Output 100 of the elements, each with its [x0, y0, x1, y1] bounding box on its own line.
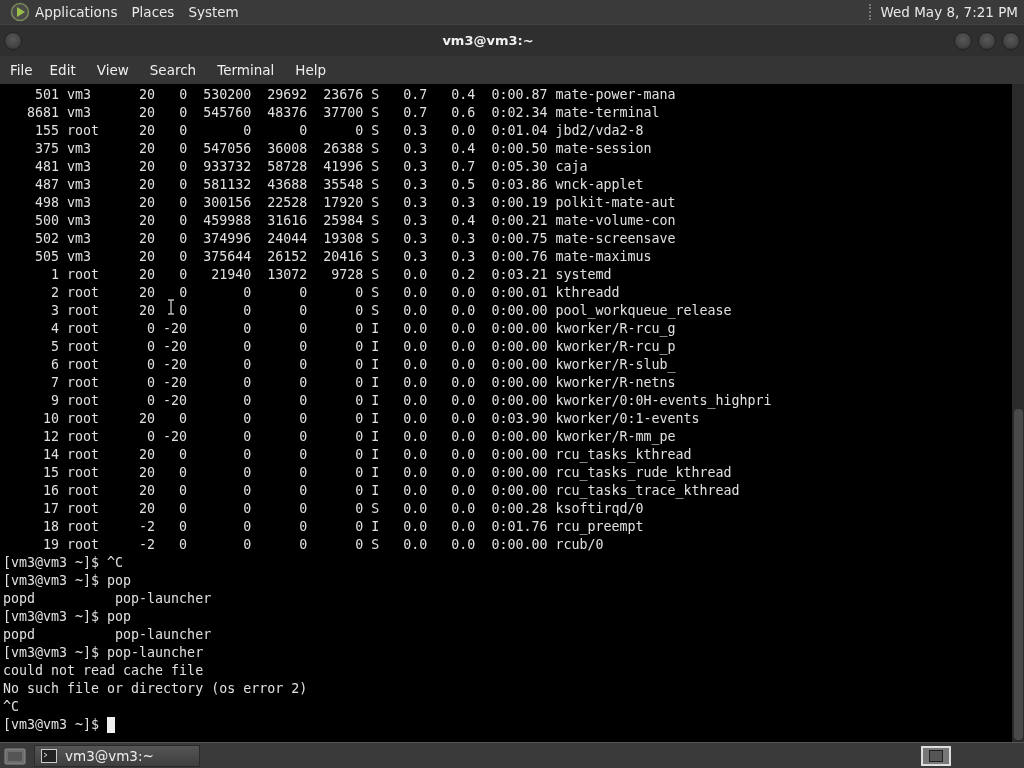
- terminal-line: popd pop-launcher: [3, 590, 212, 608]
- scrollbar-thumb[interactable]: [1014, 409, 1023, 740]
- table-cell: 0.7: [403, 104, 428, 122]
- table-cell: 0.0: [451, 356, 476, 374]
- table-cell: mate-screensave: [555, 230, 676, 248]
- table-cell: 20: [139, 104, 156, 122]
- table-cell: 4: [51, 320, 60, 338]
- panel-menu[interactable]: System: [188, 4, 239, 20]
- table-cell: 0: [299, 302, 308, 320]
- table-cell: 20: [139, 176, 156, 194]
- menu-item[interactable]: Help: [295, 62, 338, 78]
- table-cell: 0: [299, 410, 308, 428]
- table-cell: root: [67, 500, 100, 518]
- table-cell: 0: [299, 338, 308, 356]
- window-menu-button[interactable]: [4, 31, 22, 50]
- close-button[interactable]: [1002, 31, 1020, 50]
- table-cell: 0: [243, 302, 252, 320]
- table-cell: root: [67, 284, 100, 302]
- table-cell: root: [67, 518, 100, 536]
- show-desktop-icon[interactable]: [4, 745, 26, 766]
- table-cell: vm3: [67, 248, 92, 266]
- table-cell: S: [371, 284, 380, 302]
- table-cell: mate-volume-con: [555, 212, 676, 230]
- table-cell: 31616: [267, 212, 308, 230]
- table-cell: 0:00.00: [491, 338, 548, 356]
- table-cell: I: [371, 464, 380, 482]
- table-cell: 0: [355, 464, 364, 482]
- table-cell: 0:00.87: [491, 86, 548, 104]
- table-cell: 0.0: [403, 482, 428, 500]
- terminal-line: ^C: [3, 698, 19, 716]
- table-cell: 0: [243, 536, 252, 554]
- table-cell: 0: [147, 392, 156, 410]
- table-cell: 375644: [203, 248, 252, 266]
- table-cell: 18: [43, 518, 60, 536]
- table-cell: -20: [163, 320, 188, 338]
- table-cell: 0.0: [451, 518, 476, 536]
- table-cell: 0: [147, 356, 156, 374]
- table-cell: rcu_preempt: [555, 518, 644, 536]
- table-cell: 0.0: [403, 284, 428, 302]
- table-cell: -2: [139, 518, 156, 536]
- table-cell: 300156: [203, 194, 252, 212]
- terminal-line: No such file or directory (os error 2): [3, 680, 308, 698]
- menu-item[interactable]: File: [10, 62, 44, 78]
- table-cell: 0: [179, 104, 188, 122]
- table-cell: 0: [179, 464, 188, 482]
- menu-item[interactable]: Edit: [49, 62, 87, 78]
- table-cell: mate-session: [555, 140, 652, 158]
- menu-item[interactable]: Search: [149, 62, 208, 78]
- table-cell: rcu_tasks_trace_kthread: [555, 482, 740, 500]
- table-cell: 155: [35, 122, 60, 140]
- table-cell: kworker/R-rcu_p: [555, 338, 676, 356]
- table-cell: 0.0: [451, 338, 476, 356]
- table-cell: 0: [243, 374, 252, 392]
- table-cell: 0:00.00: [491, 320, 548, 338]
- table-cell: 16: [43, 482, 60, 500]
- table-cell: ksoftirqd/0: [555, 500, 644, 518]
- menu-item[interactable]: View: [96, 62, 140, 78]
- table-cell: 0.3: [403, 140, 428, 158]
- table-cell: 0:00.00: [491, 302, 548, 320]
- scrollbar[interactable]: [1012, 84, 1024, 742]
- table-cell: kworker/R-mm_pe: [555, 428, 676, 446]
- workspace-switcher[interactable]: [921, 745, 951, 766]
- table-cell: 502: [35, 230, 60, 248]
- menu-item[interactable]: Terminal: [217, 62, 286, 78]
- table-cell: vm3: [67, 104, 92, 122]
- terminal-line: [vm3@vm3 ~]$ pop: [3, 572, 132, 590]
- table-cell: root: [67, 536, 100, 554]
- table-cell: 0: [179, 248, 188, 266]
- table-cell: S: [371, 104, 380, 122]
- table-cell: 17920: [323, 194, 364, 212]
- panel-menu[interactable]: Places: [131, 4, 175, 20]
- table-cell: 0.3: [403, 212, 428, 230]
- table-cell: 0: [147, 320, 156, 338]
- menu-logo-icon[interactable]: [10, 2, 30, 22]
- table-cell: 8681: [27, 104, 60, 122]
- table-cell: 0.0: [451, 284, 476, 302]
- table-cell: 0: [243, 284, 252, 302]
- taskbar-button[interactable]: vm3@vm3:~: [34, 744, 200, 767]
- terminal-line: [vm3@vm3 ~]$ ^C: [3, 554, 124, 572]
- table-cell: S: [371, 230, 380, 248]
- table-cell: 545760: [203, 104, 252, 122]
- table-cell: 0: [355, 500, 364, 518]
- table-cell: 0: [179, 410, 188, 428]
- table-cell: 0.0: [403, 464, 428, 482]
- table-cell: 0: [179, 212, 188, 230]
- clock[interactable]: Wed May 8, 7:21 PM: [880, 4, 1018, 20]
- table-cell: 374996: [203, 230, 252, 248]
- table-cell: S: [371, 248, 380, 266]
- table-cell: 23676: [323, 86, 364, 104]
- terminal-prompt: [vm3@vm3 ~]$: [3, 716, 100, 734]
- table-cell: 0.2: [451, 266, 476, 284]
- panel-menu[interactable]: Applications: [35, 4, 118, 20]
- table-cell: root: [67, 410, 100, 428]
- maximize-button[interactable]: [978, 31, 996, 50]
- table-cell: 0: [299, 320, 308, 338]
- table-cell: 933732: [203, 158, 252, 176]
- table-cell: S: [371, 86, 380, 104]
- text-cursor: [107, 717, 116, 733]
- minimize-button[interactable]: [954, 31, 972, 50]
- table-cell: root: [67, 122, 100, 140]
